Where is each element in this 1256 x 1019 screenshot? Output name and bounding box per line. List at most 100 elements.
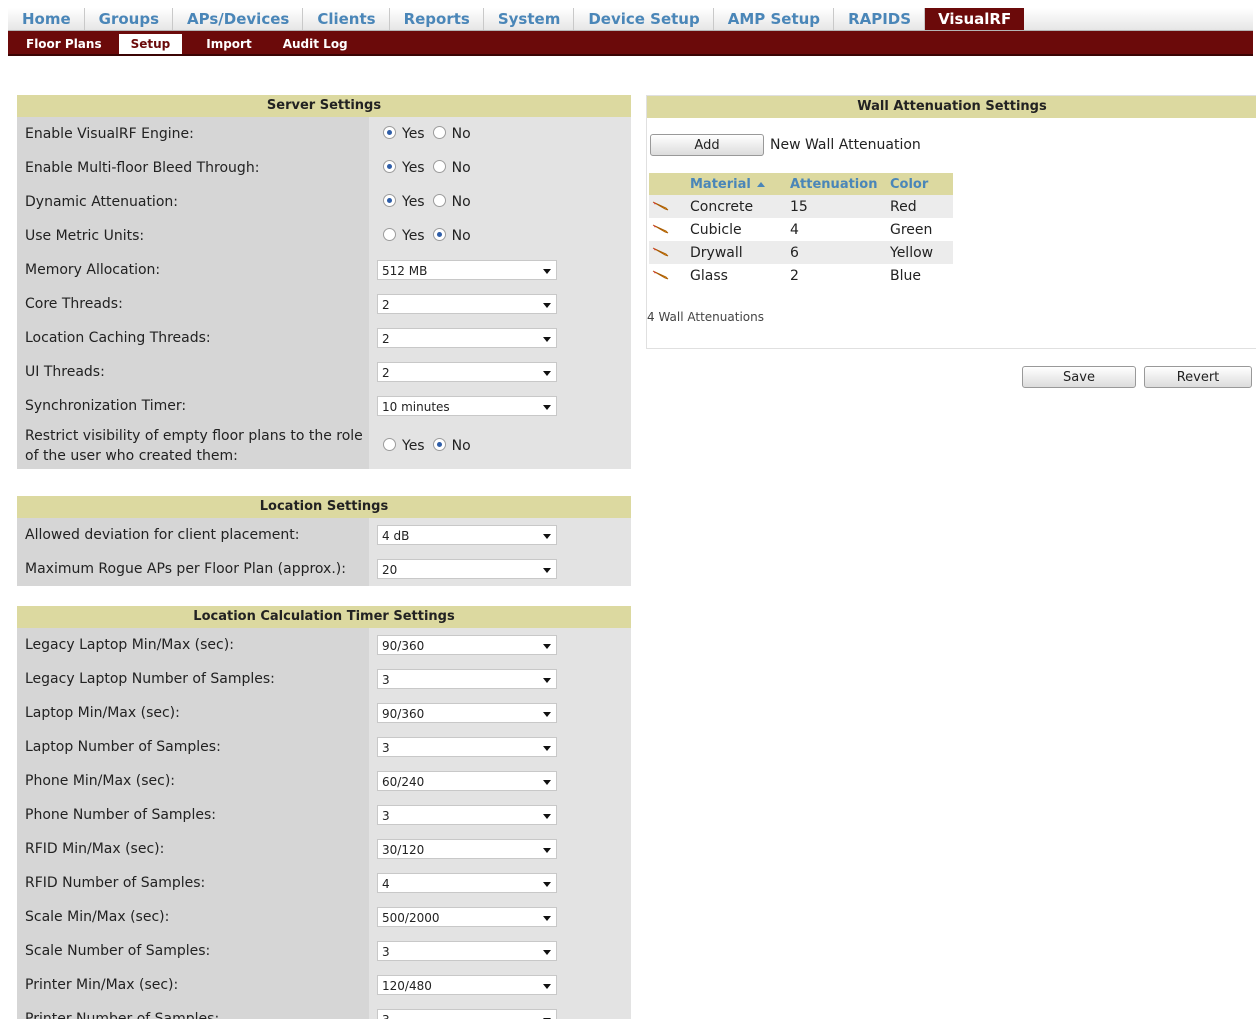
setting-label: Location Caching Threads: (25, 330, 211, 346)
radio-no-label: No (451, 126, 471, 142)
setting-select-value: 90/360 (382, 707, 425, 721)
pencil-edit-icon[interactable] (651, 270, 669, 280)
setting-value-cell: 3 (369, 730, 631, 764)
setting-select-value: 3 (382, 673, 390, 687)
setting-select[interactable]: 500/2000 (377, 907, 557, 927)
setting-row: Scale Min/Max (sec): 500/2000 (17, 900, 631, 934)
timer-settings-panel: Location Calculation Timer Settings Lega… (17, 606, 631, 1019)
setting-label: Scale Min/Max (sec): (25, 909, 170, 925)
setting-select[interactable]: 120/480 (377, 975, 557, 995)
setting-select[interactable]: 90/360 (377, 703, 557, 723)
setting-value-cell: 3 (369, 1002, 631, 1019)
setting-label: UI Threads: (25, 364, 105, 380)
radio-yes[interactable] (383, 194, 396, 207)
setting-select[interactable]: 3 (377, 941, 557, 961)
setting-label: RFID Min/Max (sec): (25, 841, 165, 857)
setting-select[interactable]: 2 (377, 328, 557, 348)
setting-select[interactable]: 30/120 (377, 839, 557, 859)
tab-visualrf[interactable]: VisualRF (925, 8, 1025, 30)
subtab-setup[interactable]: Setup (118, 34, 183, 54)
add-wall-button[interactable]: Add (650, 134, 764, 156)
tab-groups[interactable]: Groups (85, 8, 174, 30)
wall-color-cell: Red (888, 195, 953, 218)
setting-select[interactable]: 512 MB (377, 260, 557, 280)
server-settings-panel: Server Settings Enable VisualRF Engine: Y… (17, 95, 631, 469)
setting-select[interactable]: 3 (377, 805, 557, 825)
setting-select-value: 10 minutes (382, 400, 450, 414)
radio-no[interactable] (432, 126, 446, 139)
chevron-down-icon (543, 814, 551, 819)
wall-row: Glass 2 Blue (649, 264, 953, 287)
setting-row: Phone Number of Samples: 3 (17, 798, 631, 832)
setting-select[interactable]: 4 (377, 873, 557, 893)
subtab-floor-plans[interactable]: Floor Plans (8, 37, 115, 54)
setting-select[interactable]: 3 (377, 737, 557, 757)
setting-label: Dynamic Attenuation: (25, 194, 178, 210)
setting-row: Laptop Min/Max (sec): 90/360 (17, 696, 631, 730)
setting-select[interactable]: 10 minutes (377, 396, 557, 416)
pencil-edit-icon[interactable] (651, 224, 669, 234)
revert-button[interactable]: Revert (1144, 366, 1252, 388)
setting-value-cell: 20 (369, 552, 631, 586)
radio-no-label: No (451, 438, 471, 454)
setting-value-cell: 2 (369, 355, 631, 389)
pencil-edit-icon[interactable] (651, 201, 669, 211)
tab-device-setup[interactable]: Device Setup (574, 8, 714, 30)
wall-color-cell: Yellow (888, 241, 953, 264)
setting-select[interactable]: 3 (377, 1009, 557, 1019)
setting-row: Enable Multi-floor Bleed Through: Yes No (17, 151, 631, 185)
setting-select[interactable]: 60/240 (377, 771, 557, 791)
setting-value-cell: 3 (369, 934, 631, 968)
wall-color-cell: Green (890, 221, 933, 238)
subtab-import[interactable]: Import (188, 37, 264, 54)
yes-no-radio-group: Yes No (383, 219, 479, 253)
tab-aps-devices[interactable]: APs/Devices (173, 8, 304, 30)
radio-no[interactable] (432, 438, 446, 451)
radio-no[interactable] (432, 228, 446, 241)
setting-value-cell: 90/360 (369, 696, 631, 730)
radio-yes-label: Yes (402, 228, 425, 244)
chevron-down-icon (543, 984, 551, 989)
setting-value-cell: 120/480 (369, 968, 631, 1002)
setting-select-value: 20 (382, 563, 398, 577)
setting-select-value: 90/360 (382, 639, 425, 653)
radio-no[interactable] (432, 160, 446, 173)
setting-select[interactable]: 3 (377, 669, 557, 689)
setting-row: Printer Min/Max (sec): 120/480 (17, 968, 631, 1002)
setting-label: Scale Number of Samples: (25, 943, 211, 959)
yes-no-radio-group: Yes No (383, 117, 479, 151)
setting-label: Printer Min/Max (sec): (25, 977, 179, 993)
tab-clients[interactable]: Clients (303, 8, 390, 30)
radio-no[interactable] (432, 194, 446, 207)
subtab-audit-log[interactable]: Audit Log (265, 37, 361, 54)
setting-select[interactable]: 90/360 (377, 635, 557, 655)
top-navigation: Home Groups APs/Devices Clients Reports Syste… (8, 8, 1253, 31)
setting-label: Phone Min/Max (sec): (25, 773, 176, 789)
radio-yes[interactable] (383, 160, 396, 173)
attenuation-column-header[interactable]: Attenuation (788, 173, 888, 195)
wall-color-cell: Blue (890, 267, 921, 284)
radio-yes[interactable] (383, 438, 396, 451)
tab-rapids[interactable]: RAPIDS (834, 8, 926, 30)
tab-system[interactable]: System (484, 8, 575, 30)
radio-yes[interactable] (383, 126, 396, 139)
setting-select[interactable]: 2 (377, 294, 557, 314)
color-column-header[interactable]: Color (888, 173, 953, 195)
setting-label: Legacy Laptop Min/Max (sec): (25, 637, 234, 653)
setting-label: Memory Allocation: (25, 262, 161, 278)
setting-row: Dynamic Attenuation: Yes No (17, 185, 631, 219)
setting-select[interactable]: 2 (377, 362, 557, 382)
tab-home[interactable]: Home (8, 8, 85, 30)
tab-amp-setup[interactable]: AMP Setup (714, 8, 835, 30)
chevron-down-icon (543, 746, 551, 751)
pencil-edit-icon[interactable] (651, 247, 669, 257)
setting-select-value: 60/240 (382, 775, 425, 789)
save-button[interactable]: Save (1022, 366, 1136, 388)
chevron-down-icon (543, 371, 551, 376)
radio-yes[interactable] (383, 228, 396, 241)
setting-select[interactable]: 20 (377, 559, 557, 579)
tab-reports[interactable]: Reports (390, 8, 484, 30)
setting-select[interactable]: 4 dB (377, 525, 557, 545)
material-column-header[interactable]: Material (688, 173, 788, 195)
setting-row: Location Caching Threads: 2 (17, 321, 631, 355)
